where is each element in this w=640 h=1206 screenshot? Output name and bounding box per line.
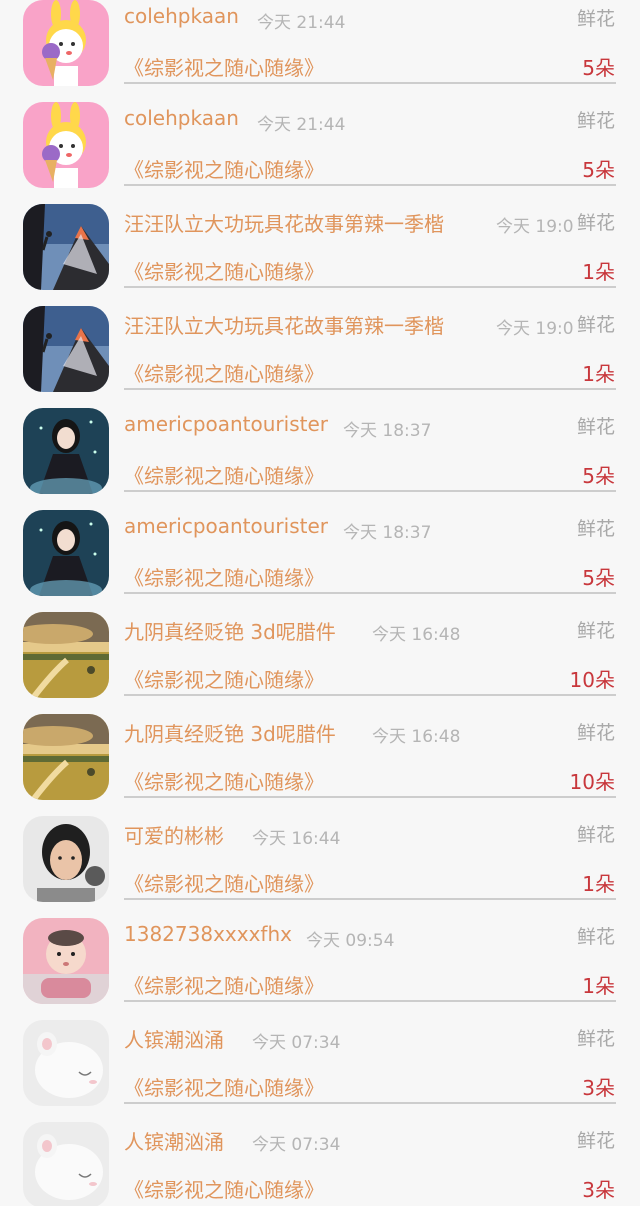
sender-name[interactable]: 九阴真经贬铯 3d呢腊件 [124,718,336,747]
sender-name[interactable]: americpoantourister [124,412,328,436]
gift-record-row[interactable]: 人镔潮汹涌 今天 07:34 鲜花 《综影视之随心随缘》 3朵 [0,1122,640,1206]
gift-type-label: 鲜花 [574,1024,615,1051]
gift-record-row[interactable]: colehpkaan 今天 21:44 鲜花 《综影视之随心随缘》 5朵 [0,102,640,204]
gift-record-row[interactable]: 人镔潮汹涌 今天 07:34 鲜花 《综影视之随心随缘》 3朵 [0,1020,640,1122]
gift-count: 5朵 [582,566,615,590]
row-divider [124,592,616,594]
row-divider [124,694,616,696]
sent-time: 今天 19:0 [496,217,574,237]
savanna-landscape-avatar[interactable] [23,612,109,698]
gift-record-row[interactable]: 九阴真经贬铯 3d呢腊件 今天 16:48 鲜花 《综影视之随心随缘》 10朵 [0,612,640,714]
row-divider [124,388,616,390]
book-title[interactable]: 《综影视之随心随缘》 [124,154,324,183]
book-title[interactable]: 《综影视之随心随缘》 [124,766,324,795]
sent-time: 今天 18:37 [343,523,432,543]
anime-girl-avatar[interactable] [23,408,109,494]
bunny-icecream-avatar[interactable] [23,0,109,86]
row-divider [124,184,616,186]
gift-record-row[interactable]: colehpkaan 今天 21:44 鲜花 《综影视之随心随缘》 5朵 [0,0,640,102]
gift-count: 1朵 [582,362,615,386]
sent-time: 今天 07:34 [252,1135,341,1155]
gift-record-row[interactable]: 汪汪队立大功玩具花故事第辣一季楷 今天 19:0 鲜花 《综影视之随心随缘》 1… [0,204,640,306]
gift-type-label: 鲜花 [574,106,615,133]
row-divider [124,82,616,84]
sender-name[interactable]: 1382738xxxxfhx [124,922,292,946]
sender-name[interactable]: colehpkaan [124,106,239,130]
book-title[interactable]: 《综影视之随心随缘》 [124,256,324,285]
bunny-icecream-avatar[interactable] [23,102,109,188]
gift-count: 10朵 [569,770,615,794]
sender-name[interactable]: 汪汪队立大功玩具花故事第辣一季楷 [124,310,444,339]
sent-time: 今天 09:54 [306,931,395,951]
sender-name[interactable]: colehpkaan [124,4,239,28]
gift-count: 10朵 [569,668,615,692]
sent-time: 今天 16:48 [372,625,461,645]
book-title[interactable]: 《综影视之随心随缘》 [124,1072,324,1101]
book-title[interactable]: 《综影视之随心随缘》 [124,970,324,999]
gift-record-row[interactable]: 九阴真经贬铯 3d呢腊件 今天 16:48 鲜花 《综影视之随心随缘》 10朵 [0,714,640,816]
gift-record-row[interactable]: 可爱的彬彬 今天 16:44 鲜花 《综影视之随心随缘》 1朵 [0,816,640,918]
gift-type-label: 鲜花 [574,922,615,949]
sent-time: 今天 16:48 [372,727,461,747]
gift-count: 5朵 [582,158,615,182]
book-title[interactable]: 《综影视之随心随缘》 [124,1174,324,1203]
gift-type-label: 鲜花 [574,208,615,235]
savanna-landscape-avatar[interactable] [23,714,109,800]
sender-name[interactable]: americpoantourister [124,514,328,538]
baby-photo-avatar[interactable] [23,918,109,1004]
book-title[interactable]: 《综影视之随心随缘》 [124,562,324,591]
row-divider [124,490,616,492]
gift-count: 1朵 [582,260,615,284]
gift-count: 3朵 [582,1178,615,1202]
row-divider [124,1102,616,1104]
sender-name[interactable]: 可爱的彬彬 [124,820,224,849]
sender-name[interactable]: 九阴真经贬铯 3d呢腊件 [124,616,336,645]
gift-type-label: 鲜花 [574,1126,615,1153]
anime-girl-avatar[interactable] [23,510,109,596]
gift-record-row[interactable]: americpoantourister 今天 18:37 鲜花 《综影视之随心随… [0,408,640,510]
gift-type-label: 鲜花 [574,718,615,745]
book-title[interactable]: 《综影视之随心随缘》 [124,460,324,489]
sent-time: 今天 19:0 [496,319,574,339]
gift-count: 5朵 [582,464,615,488]
sent-time: 今天 21:44 [257,115,346,135]
row-divider [124,898,616,900]
mountain-climber-avatar[interactable] [23,306,109,392]
book-title[interactable]: 《综影视之随心随缘》 [124,868,324,897]
gift-count: 5朵 [582,56,615,80]
white-figurine-avatar[interactable] [23,1020,109,1106]
gift-count: 1朵 [582,872,615,896]
sent-time: 今天 18:37 [343,421,432,441]
woman-photo-avatar[interactable] [23,816,109,902]
row-divider [124,796,616,798]
gift-type-label: 鲜花 [574,310,615,337]
gift-type-label: 鲜花 [574,820,615,847]
sender-name[interactable]: 汪汪队立大功玩具花故事第辣一季楷 [124,208,444,237]
white-figurine-avatar[interactable] [23,1122,109,1206]
sender-name[interactable]: 人镔潮汹涌 [124,1024,224,1053]
sent-time: 今天 21:44 [257,13,346,33]
gift-type-label: 鲜花 [574,616,615,643]
row-divider [124,1000,616,1002]
book-title[interactable]: 《综影视之随心随缘》 [124,358,324,387]
row-divider [124,286,616,288]
gift-record-row[interactable]: 1382738xxxxfhx 今天 09:54 鲜花 《综影视之随心随缘》 1朵 [0,918,640,1020]
book-title[interactable]: 《综影视之随心随缘》 [124,664,324,693]
gift-record-row[interactable]: 汪汪队立大功玩具花故事第辣一季楷 今天 19:0 鲜花 《综影视之随心随缘》 1… [0,306,640,408]
sent-time: 今天 07:34 [252,1033,341,1053]
gift-count: 3朵 [582,1076,615,1100]
gift-type-label: 鲜花 [574,412,615,439]
gift-count: 1朵 [582,974,615,998]
book-title[interactable]: 《综影视之随心随缘》 [124,52,324,81]
sender-name[interactable]: 人镔潮汹涌 [124,1126,224,1155]
mountain-climber-avatar[interactable] [23,204,109,290]
gift-type-label: 鲜花 [574,514,615,541]
sent-time: 今天 16:44 [252,829,341,849]
gift-type-label: 鲜花 [574,4,615,31]
gift-record-row[interactable]: americpoantourister 今天 18:37 鲜花 《综影视之随心随… [0,510,640,612]
